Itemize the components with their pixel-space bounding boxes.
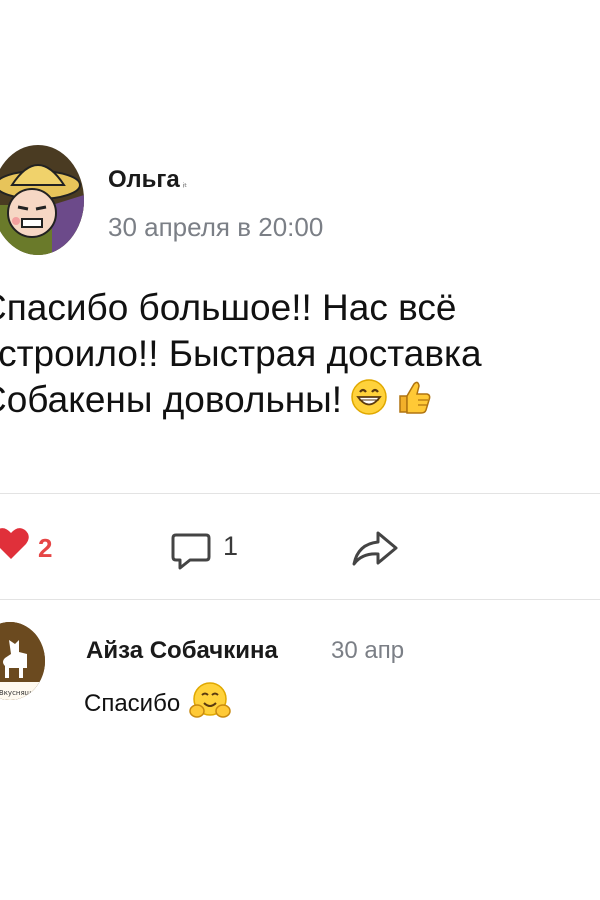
share-icon[interactable] xyxy=(350,528,400,575)
author-name-text[interactable]: Ольга xyxy=(108,166,180,193)
comment-text: Спасибо xyxy=(84,681,231,728)
post-text: Спасибо большое!! Нас всё устроило!! Быс… xyxy=(0,285,600,423)
post-date[interactable]: 30 апреля в 20:00 xyxy=(108,212,323,243)
grinning-face-icon xyxy=(350,378,388,427)
divider xyxy=(0,493,600,494)
author-badge: ᵢₜ xyxy=(182,179,188,190)
post-text-line-2: устроило!! Быстрая доставка xyxy=(0,333,482,374)
commenter-avatar[interactable]: Вкусняш xyxy=(0,622,45,700)
thumbs-up-icon xyxy=(396,378,432,427)
divider xyxy=(0,599,600,600)
commenter-avatar-caption: Вкусняш xyxy=(0,689,31,697)
author-name[interactable]: Ольга ᵢₜ xyxy=(108,166,187,194)
comment-text-content: Спасибо xyxy=(84,689,181,717)
like-heart-icon[interactable] xyxy=(0,525,30,566)
comment-count[interactable]: 1 xyxy=(223,531,238,562)
author-avatar[interactable] xyxy=(0,145,84,255)
like-count[interactable]: 2 xyxy=(38,533,52,564)
post-text-line-3-text: Собакены довольны! xyxy=(0,379,343,420)
comment-icon[interactable] xyxy=(170,529,212,576)
hugging-face-icon xyxy=(189,681,231,728)
post-text-line-3: Собакены довольны! xyxy=(0,377,600,423)
commenter-name[interactable]: Айза Собачкина xyxy=(86,637,278,665)
comment-date[interactable]: 30 апр xyxy=(331,637,404,665)
post-text-line-1: Спасибо большое!! Нас всё xyxy=(0,287,457,328)
